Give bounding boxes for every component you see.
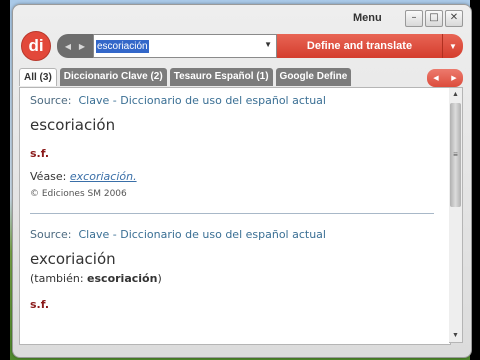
- scroll-thumb[interactable]: ≡: [450, 103, 461, 207]
- tab-all[interactable]: All (3): [19, 68, 57, 86]
- forward-arrow-icon[interactable]: ▶: [79, 42, 85, 51]
- copyright-notice: © Ediciones SM 2006: [30, 189, 127, 199]
- part-of-speech: s.f.: [30, 147, 50, 160]
- entry-source: Source: Clave - Diccionario de uso del e…: [30, 94, 450, 107]
- close-icon[interactable]: ✕: [445, 9, 463, 27]
- search-history-dropdown-icon[interactable]: ▼: [264, 40, 272, 49]
- define-translate-button[interactable]: Define and translate: [277, 34, 443, 58]
- search-input-value[interactable]: escoriación: [96, 39, 149, 53]
- also-spelled-line: (también: escoriación): [30, 272, 450, 285]
- also-suffix: ): [157, 272, 162, 285]
- also-word: escoriación: [87, 272, 158, 285]
- see-label: Véase:: [30, 170, 67, 183]
- define-options-dropdown-icon[interactable]: ▼: [443, 34, 463, 58]
- letterbox-left: [0, 0, 10, 360]
- tab-diccionario-clave[interactable]: Diccionario Clave (2): [59, 68, 167, 86]
- dictionary-window: Menu – □ ✕ di ◀ ▶ escoriación ▼ Define a…: [12, 4, 472, 358]
- results-scrollbar[interactable]: ▲ ≡ ▼: [449, 87, 463, 343]
- tab-tesauro-espanol[interactable]: Tesauro Español (1): [169, 68, 273, 86]
- restore-icon[interactable]: □: [425, 9, 443, 27]
- menu-button[interactable]: Menu: [353, 12, 382, 24]
- source-tabs: All (3) Diccionario Clave (2) Tesauro Es…: [19, 68, 352, 86]
- results-pane: Source: Clave - Diccionario de uso del e…: [19, 87, 451, 345]
- tab-scroll-nav: ◀ ▶: [427, 69, 463, 87]
- see-also-link[interactable]: excoriación.: [70, 170, 137, 183]
- search-input[interactable]: escoriación ▼: [93, 34, 277, 58]
- title-bar: Menu – □ ✕: [343, 5, 469, 31]
- entry-headword: excoriación: [30, 250, 116, 268]
- scroll-down-icon[interactable]: ▼: [449, 329, 462, 342]
- source-link[interactable]: Clave - Diccionario de uso del español a…: [79, 94, 326, 107]
- see-also-line: Véase: excoriación.: [30, 170, 450, 183]
- result-entry: Source: Clave - Diccionario de uso del e…: [20, 214, 450, 311]
- history-nav: ◀ ▶: [57, 34, 93, 58]
- source-link[interactable]: Clave - Diccionario de uso del español a…: [79, 228, 326, 241]
- scroll-up-icon[interactable]: ▲: [449, 88, 462, 101]
- entry-headword: escoriación: [30, 116, 116, 134]
- tab-prev-icon[interactable]: ◀: [433, 74, 438, 82]
- window-controls: – □ ✕: [405, 9, 463, 27]
- part-of-speech: s.f.: [30, 298, 50, 311]
- source-label: Source:: [30, 94, 72, 107]
- entry-source: Source: Clave - Diccionario de uso del e…: [30, 228, 450, 241]
- tab-google-define[interactable]: Google Define: [275, 68, 352, 86]
- search-toolbar: ◀ ▶ escoriación ▼ Define and translate ▼: [57, 34, 463, 58]
- source-label: Source:: [30, 228, 72, 241]
- also-prefix: (también:: [30, 272, 84, 285]
- minimize-icon[interactable]: –: [405, 9, 423, 27]
- app-logo: di: [21, 31, 51, 61]
- back-arrow-icon[interactable]: ◀: [65, 42, 71, 51]
- tab-next-icon[interactable]: ▶: [451, 74, 456, 82]
- result-entry: Source: Clave - Diccionario de uso del e…: [20, 88, 450, 199]
